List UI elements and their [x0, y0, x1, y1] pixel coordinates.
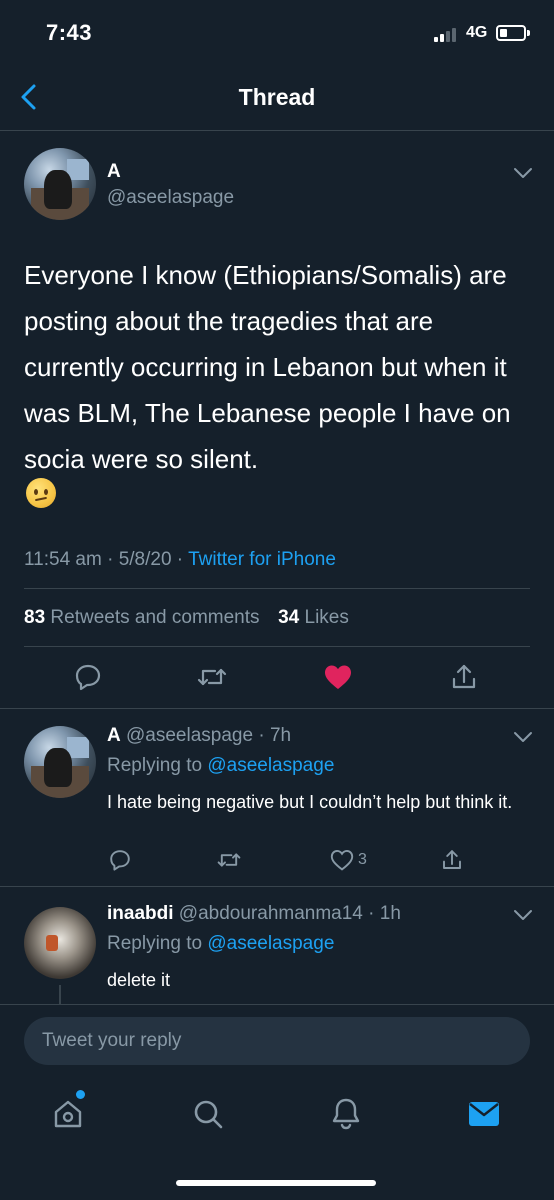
- tab-messages[interactable]: [462, 1092, 506, 1136]
- divider: [24, 646, 530, 647]
- reply-header: inaabdi @abdourahmanma14 · 1h: [107, 903, 401, 925]
- chevron-down-icon[interactable]: [513, 167, 533, 179]
- replying-label: Replying to: [107, 755, 203, 776]
- replying-to: Replying to @aseelaspage: [107, 933, 334, 955]
- tweet-time: 11:54 am: [24, 549, 102, 570]
- share-button[interactable]: [440, 845, 464, 875]
- retweet-icon: [197, 668, 227, 686]
- heart-icon: [330, 850, 354, 871]
- replying-to-link[interactable]: @aseelaspage: [207, 933, 334, 954]
- messages-icon: [469, 1102, 499, 1126]
- reply-age: · 1h: [368, 903, 401, 924]
- retweet-button[interactable]: [216, 845, 242, 875]
- tab-home[interactable]: [46, 1092, 90, 1136]
- tweet-date: 5/8/20: [118, 549, 172, 570]
- likes-label: Likes: [304, 607, 349, 628]
- page-title: Thread: [238, 84, 316, 110]
- notifications-icon: [332, 1098, 360, 1130]
- tweet-meta: 11:54 am · 5/8/20 · Twitter for iPhone: [24, 549, 336, 571]
- reply-header: A @aseelaspage · 7h: [107, 725, 291, 747]
- replying-to-link[interactable]: @aseelaspage: [207, 755, 334, 776]
- battery-icon: [496, 25, 530, 41]
- home-indicator: [176, 1180, 376, 1186]
- thread-connector: [59, 985, 61, 1004]
- reply-button[interactable]: [108, 845, 132, 875]
- chevron-down-icon[interactable]: [513, 909, 533, 921]
- avatar[interactable]: [24, 907, 96, 979]
- network-type: 4G: [466, 24, 488, 41]
- reply-button[interactable]: [68, 657, 108, 697]
- meta-separator: ·: [171, 549, 189, 570]
- replying-to: Replying to @aseelaspage: [107, 755, 334, 777]
- author-handle[interactable]: @aseelaspage: [126, 725, 253, 746]
- tweet-text: Everyone I know (Ethiopians/Somalis) are…: [24, 260, 511, 474]
- reply-tweet[interactable]: inaabdi @abdourahmanma14 · 1h Replying t…: [0, 887, 554, 1004]
- share-button[interactable]: [444, 657, 484, 697]
- search-icon: [194, 1100, 223, 1129]
- likes-stat[interactable]: 34 Likes: [278, 607, 349, 628]
- retweets-count: 83: [24, 607, 46, 628]
- author-name[interactable]: A: [107, 161, 121, 183]
- signal-strength-icon: [434, 26, 460, 42]
- home-icon: [54, 1100, 82, 1128]
- likes-count: 34: [278, 607, 300, 628]
- battery-level: [500, 29, 507, 37]
- retweet-button[interactable]: [192, 657, 232, 697]
- author-name[interactable]: A: [107, 725, 121, 746]
- retweets-stat[interactable]: 83 Retweets and comments: [24, 607, 260, 628]
- status-time: 7:43: [46, 20, 93, 45]
- reply-tweet[interactable]: A @aseelaspage · 7h Replying to @aseelas…: [0, 709, 554, 886]
- avatar[interactable]: [24, 726, 96, 798]
- meta-separator: ·: [101, 549, 119, 570]
- chevron-down-icon[interactable]: [513, 731, 533, 743]
- reply-composer: Tweet your reply: [0, 1004, 554, 1074]
- confused-face-icon: [26, 478, 56, 508]
- status-bar: 7:43 4G: [0, 0, 554, 64]
- share-icon: [452, 664, 476, 689]
- like-button[interactable]: [318, 657, 358, 697]
- divider: [24, 588, 530, 589]
- reply-age: · 7h: [258, 725, 292, 746]
- author-name[interactable]: inaabdi: [107, 903, 174, 924]
- thread-screen: 7:43 4G Thread A @aseelaspage Everyone I…: [0, 0, 554, 1200]
- like-count: 3: [358, 851, 367, 868]
- tab-search[interactable]: [186, 1092, 230, 1136]
- new-content-dot: [76, 1090, 85, 1099]
- tab-notifications[interactable]: [324, 1092, 368, 1136]
- avatar[interactable]: [24, 148, 96, 220]
- reply-text: delete it: [107, 970, 171, 990]
- retweets-label: Retweets and comments: [50, 607, 260, 628]
- share-icon: [443, 850, 461, 869]
- author-handle[interactable]: @aseelaspage: [107, 187, 234, 209]
- tweet-actions: [0, 657, 554, 697]
- reply-actions: 3: [96, 845, 516, 875]
- heart-filled-icon: [325, 665, 351, 689]
- thread-header: Thread: [0, 64, 554, 131]
- replying-label: Replying to: [107, 933, 203, 954]
- reply-text: I hate being negative but I couldn’t hel…: [107, 792, 513, 812]
- tweet-stats: 83 Retweets and comments 34 Likes: [24, 607, 349, 629]
- author-handle[interactable]: @abdourahmanma14: [179, 903, 363, 924]
- reply-input[interactable]: Tweet your reply: [24, 1017, 530, 1065]
- reply-icon: [110, 850, 130, 871]
- reply-icon: [75, 664, 101, 691]
- tweet-source-link[interactable]: Twitter for iPhone: [188, 549, 336, 570]
- retweet-icon: [217, 853, 241, 867]
- like-button[interactable]: 3: [330, 845, 367, 875]
